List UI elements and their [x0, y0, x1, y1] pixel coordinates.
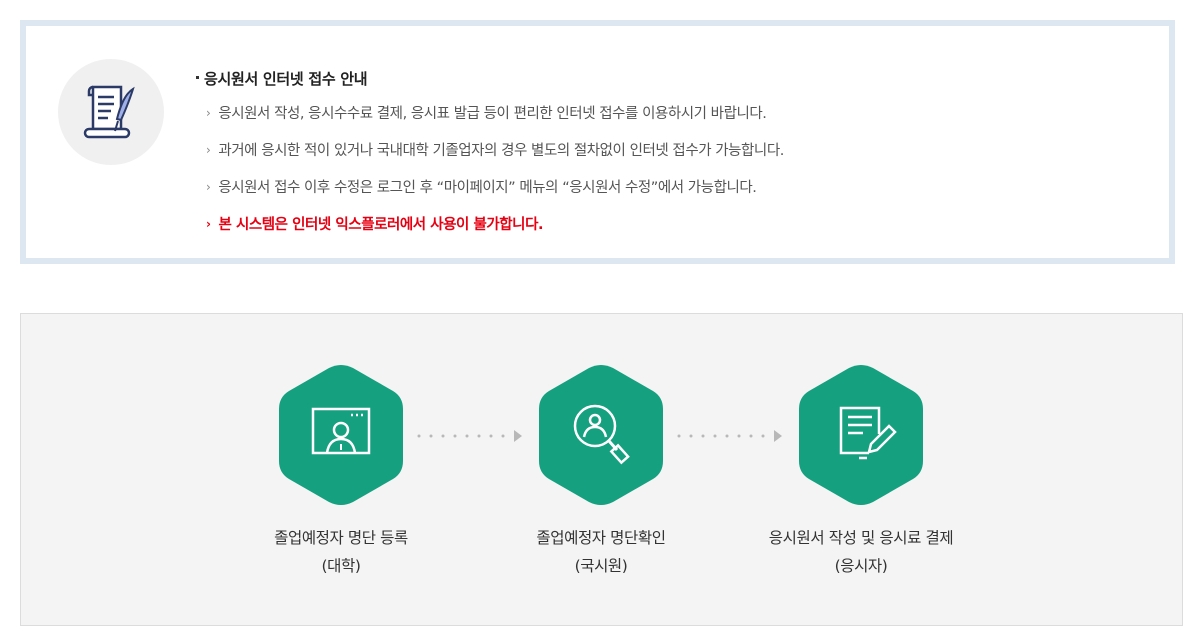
process-step-sub: (국시원) — [574, 557, 628, 575]
arrow-right-icon: › — [206, 180, 211, 194]
document-pen-icon — [799, 365, 923, 505]
arrow-right-icon: › — [206, 143, 211, 157]
process-box: 졸업예정자 명단 등록 (대학) 졸업예정자 명단확인 (국시원) 응시원서 작… — [20, 313, 1183, 626]
arrow-right-icon: › — [206, 217, 211, 231]
notice-item-text: 과거에 응시한 적이 있거나 국내대학 기졸업자의 경우 별도의 절차없이 인터… — [218, 143, 784, 159]
bullet-square-icon — [196, 76, 199, 79]
notice-title-text: 응시원서 인터넷 접수 안내 — [204, 70, 368, 88]
process-step-label: 졸업예정자 명단 등록 (대학) — [221, 524, 461, 580]
process-step-2: 졸업예정자 명단확인 (국시원) — [481, 364, 721, 580]
process-step-sub: (응시자) — [834, 557, 888, 575]
notice-title: 응시원서 인터넷 접수 안내 — [196, 68, 368, 89]
notice-list: › 응시원서 작성, 응시수수료 결제, 응시표 발급 등이 편리한 인터넷 접수… — [206, 96, 784, 244]
notice-item: › 과거에 응시한 적이 있거나 국내대학 기졸업자의 경우 별도의 절차없이 인… — [206, 133, 784, 170]
magnifier-user-icon — [539, 365, 663, 505]
document-scroll-pen-icon — [83, 85, 135, 139]
notice-warning-text: 본 시스템은 인터넷 익스플로러에서 사용이 불가합니다. — [218, 217, 544, 233]
process-step-1: 졸업예정자 명단 등록 (대학) — [221, 364, 461, 580]
notice-item-text: 응시원서 작성, 응시수수료 결제, 응시표 발급 등이 편리한 인터넷 접수를… — [218, 106, 767, 122]
process-step-title: 졸업예정자 명단확인 — [536, 529, 666, 547]
process-step-label: 응시원서 작성 및 응시료 결제 (응시자) — [741, 524, 981, 580]
arrow-right-icon: › — [206, 106, 211, 120]
process-step-3: 응시원서 작성 및 응시료 결제 (응시자) — [741, 364, 981, 580]
notice-item-text: 응시원서 접수 이후 수정은 로그인 후 “마이페이지” 메뉴의 “응시원서 수… — [218, 180, 757, 196]
monitor-user-icon — [279, 365, 403, 505]
process-step-title: 졸업예정자 명단 등록 — [274, 529, 408, 547]
notice-box: 응시원서 인터넷 접수 안내 › 응시원서 작성, 응시수수료 결제, 응시표 발… — [20, 20, 1175, 264]
notice-warning: › 본 시스템은 인터넷 익스플로러에서 사용이 불가합니다. — [206, 207, 784, 244]
process-step-sub: (대학) — [321, 557, 361, 575]
process-step-title: 응시원서 작성 및 응시료 결제 — [768, 529, 954, 547]
notice-item: › 응시원서 작성, 응시수수료 결제, 응시표 발급 등이 편리한 인터넷 접수… — [206, 96, 784, 133]
notice-item: › 응시원서 접수 이후 수정은 로그인 후 “마이페이지” 메뉴의 “응시원서 … — [206, 170, 784, 207]
notice-icon-circle — [58, 59, 164, 165]
process-step-label: 졸업예정자 명단확인 (국시원) — [481, 524, 721, 580]
